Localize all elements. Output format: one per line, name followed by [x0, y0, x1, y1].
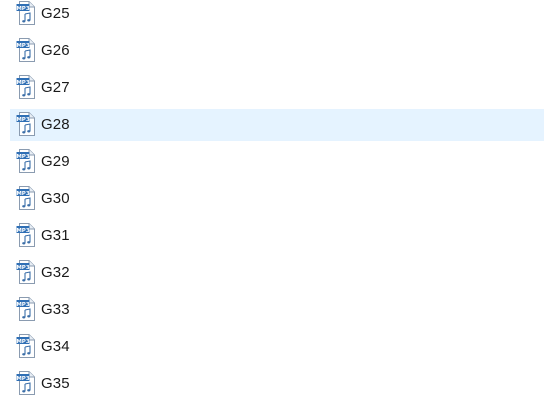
file-list-item[interactable]: MP3 G32 — [10, 257, 544, 289]
svg-text:MP3: MP3 — [16, 376, 30, 382]
file-name: G29 — [41, 153, 70, 170]
file-name: G33 — [41, 301, 70, 318]
file-name: G34 — [41, 338, 70, 355]
file-list-item[interactable]: MP3 G25 — [10, 0, 544, 30]
file-name: G28 — [41, 116, 70, 133]
svg-text:MP3: MP3 — [16, 6, 30, 12]
svg-text:MP3: MP3 — [16, 154, 30, 160]
file-name: G35 — [41, 375, 70, 392]
svg-text:MP3: MP3 — [16, 117, 30, 123]
svg-text:MP3: MP3 — [16, 302, 30, 308]
file-name: G26 — [41, 42, 70, 59]
mp3-file-icon: MP3 — [16, 1, 36, 25]
file-name: G30 — [41, 190, 70, 207]
mp3-file-icon: MP3 — [16, 149, 36, 173]
file-list-item[interactable]: MP3 G31 — [10, 220, 544, 252]
file-list-item[interactable]: MP3 G27 — [10, 72, 544, 104]
file-list-item[interactable]: MP3 G33 — [10, 294, 544, 326]
mp3-file-icon: MP3 — [16, 186, 36, 210]
file-list: MP3 G25 MP3 G26 MP3 G27 MP3 G28 MP3 G29 … — [0, 0, 544, 399]
file-list-item[interactable]: MP3 G35 — [10, 368, 544, 399]
mp3-file-icon: MP3 — [16, 112, 36, 136]
mp3-file-icon: MP3 — [16, 297, 36, 321]
mp3-file-icon: MP3 — [16, 38, 36, 62]
file-name: G27 — [41, 79, 70, 96]
mp3-file-icon: MP3 — [16, 75, 36, 99]
file-name: G31 — [41, 227, 70, 244]
svg-text:MP3: MP3 — [16, 228, 30, 234]
svg-text:MP3: MP3 — [16, 43, 30, 49]
mp3-file-icon: MP3 — [16, 223, 36, 247]
file-list-item[interactable]: MP3 G28 — [10, 109, 544, 141]
file-list-item[interactable]: MP3 G29 — [10, 146, 544, 178]
svg-text:MP3: MP3 — [16, 80, 30, 86]
file-name: G25 — [41, 5, 70, 22]
svg-text:MP3: MP3 — [16, 191, 30, 197]
file-name: G32 — [41, 264, 70, 281]
mp3-file-icon: MP3 — [16, 260, 36, 284]
file-list-item[interactable]: MP3 G26 — [10, 35, 544, 67]
file-list-item[interactable]: MP3 G30 — [10, 183, 544, 215]
file-list-item[interactable]: MP3 G34 — [10, 331, 544, 363]
mp3-file-icon: MP3 — [16, 334, 36, 358]
svg-text:MP3: MP3 — [16, 339, 30, 345]
mp3-file-icon: MP3 — [16, 371, 36, 395]
svg-text:MP3: MP3 — [16, 265, 30, 271]
